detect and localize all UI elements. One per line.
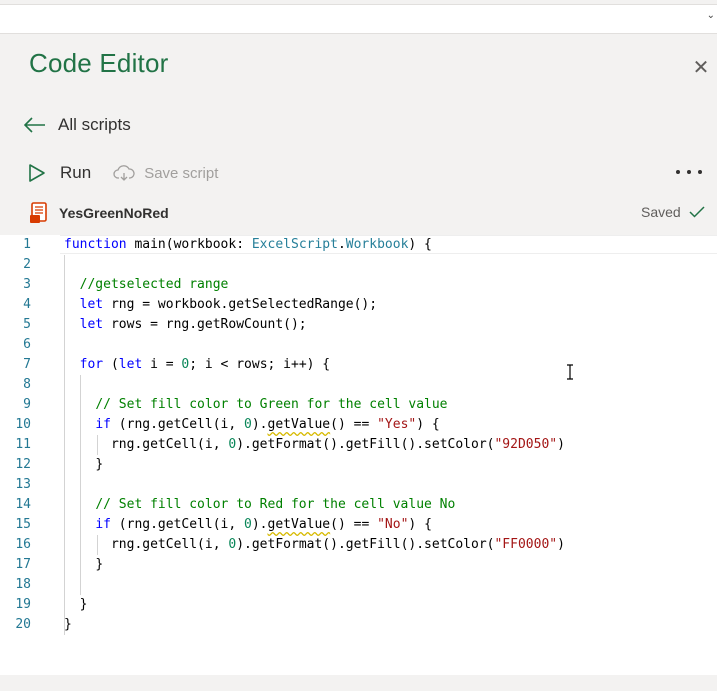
- line-number: 20: [15, 617, 31, 632]
- line-number: 7: [23, 357, 31, 372]
- play-icon: [29, 164, 45, 182]
- code-line: rng.getCell(i, 0).getFormat().getFill().…: [110, 537, 565, 552]
- code-line: }: [64, 617, 72, 632]
- all-scripts-label: All scripts: [58, 115, 131, 134]
- line-number: 1: [23, 237, 31, 252]
- arrow-left-icon: [24, 117, 45, 133]
- save-script-label: Save script: [144, 164, 219, 182]
- run-button[interactable]: Run: [28, 163, 91, 183]
- code-line: let rng = workbook.getSelectedRange();: [79, 297, 378, 312]
- checkmark-icon: [689, 206, 705, 218]
- code-line: // Set fill color to Red for the cell va…: [95, 497, 456, 512]
- line-number-gutter: 1 2 3 4 5 6 7 8 9 10 11 12 13 14 15 16 17 18 19 20: [0, 235, 40, 635]
- code-line: //getselected range: [79, 277, 229, 292]
- script-file-icon: [30, 202, 47, 223]
- code-editor-pane: Code Editor ✕ All scripts Run Save scrip…: [0, 37, 717, 235]
- code-line: function main(workbook: ExcelScript.Work…: [64, 237, 432, 252]
- saved-label: Saved: [641, 204, 681, 220]
- line-number: 17: [15, 557, 31, 572]
- code-line: rng.getCell(i, 0).getFormat().getFill().…: [110, 437, 565, 452]
- line-number: 15: [15, 517, 31, 532]
- line-number: 10: [15, 417, 31, 432]
- script-toolbar: Run Save script: [28, 160, 218, 186]
- top-bar: ⌄: [0, 0, 717, 37]
- code-line: for (let i = 0; i < rows; i++) {: [79, 357, 331, 372]
- chevron-down-icon[interactable]: ⌄: [707, 10, 715, 21]
- line-number: 19: [15, 597, 31, 612]
- line-number: 13: [15, 477, 31, 492]
- code-line: if (rng.getCell(i, 0).getValue() == "Yes…: [95, 417, 440, 432]
- code-line: }: [95, 557, 104, 572]
- code-line: if (rng.getCell(i, 0).getValue() == "No"…: [95, 517, 432, 532]
- code-editor[interactable]: 1 2 3 4 5 6 7 8 9 10 11 12 13 14 15 16 17 18 19 20 function…: [0, 235, 717, 675]
- pane-title: Code Editor: [29, 48, 169, 78]
- close-icon[interactable]: ✕: [690, 57, 712, 79]
- formula-bar[interactable]: [0, 4, 717, 34]
- save-script-button[interactable]: Save script: [113, 164, 218, 182]
- line-number: 12: [15, 457, 31, 472]
- line-number: 4: [23, 297, 31, 312]
- line-number: 3: [23, 277, 31, 292]
- line-number: 2: [23, 257, 31, 272]
- run-label: Run: [60, 163, 92, 182]
- more-icon[interactable]: [676, 162, 702, 182]
- line-number: 8: [23, 377, 31, 392]
- line-number: 16: [15, 537, 31, 552]
- bottom-bar: [0, 675, 717, 691]
- code-line: }: [95, 457, 104, 472]
- script-name-label: YesGreenNoRed: [59, 205, 169, 221]
- cloud-save-icon: [113, 165, 135, 181]
- line-number: 11: [15, 437, 31, 452]
- code-line: // Set fill color to Green for the cell …: [95, 397, 448, 412]
- code-line: }: [79, 597, 88, 612]
- code-line: let rows = rng.getRowCount();: [79, 317, 307, 332]
- line-number: 6: [23, 337, 31, 352]
- text-cursor-icon: [567, 364, 573, 380]
- line-number: 14: [15, 497, 31, 512]
- code-lines: function main(workbook: ExcelScript.Work…: [64, 235, 714, 635]
- script-name: YesGreenNoRed: [29, 202, 169, 224]
- line-number: 18: [15, 577, 31, 592]
- line-number: 5: [23, 317, 31, 332]
- saved-status: Saved: [641, 204, 705, 220]
- line-number: 9: [23, 397, 31, 412]
- all-scripts-link[interactable]: All scripts: [24, 113, 131, 137]
